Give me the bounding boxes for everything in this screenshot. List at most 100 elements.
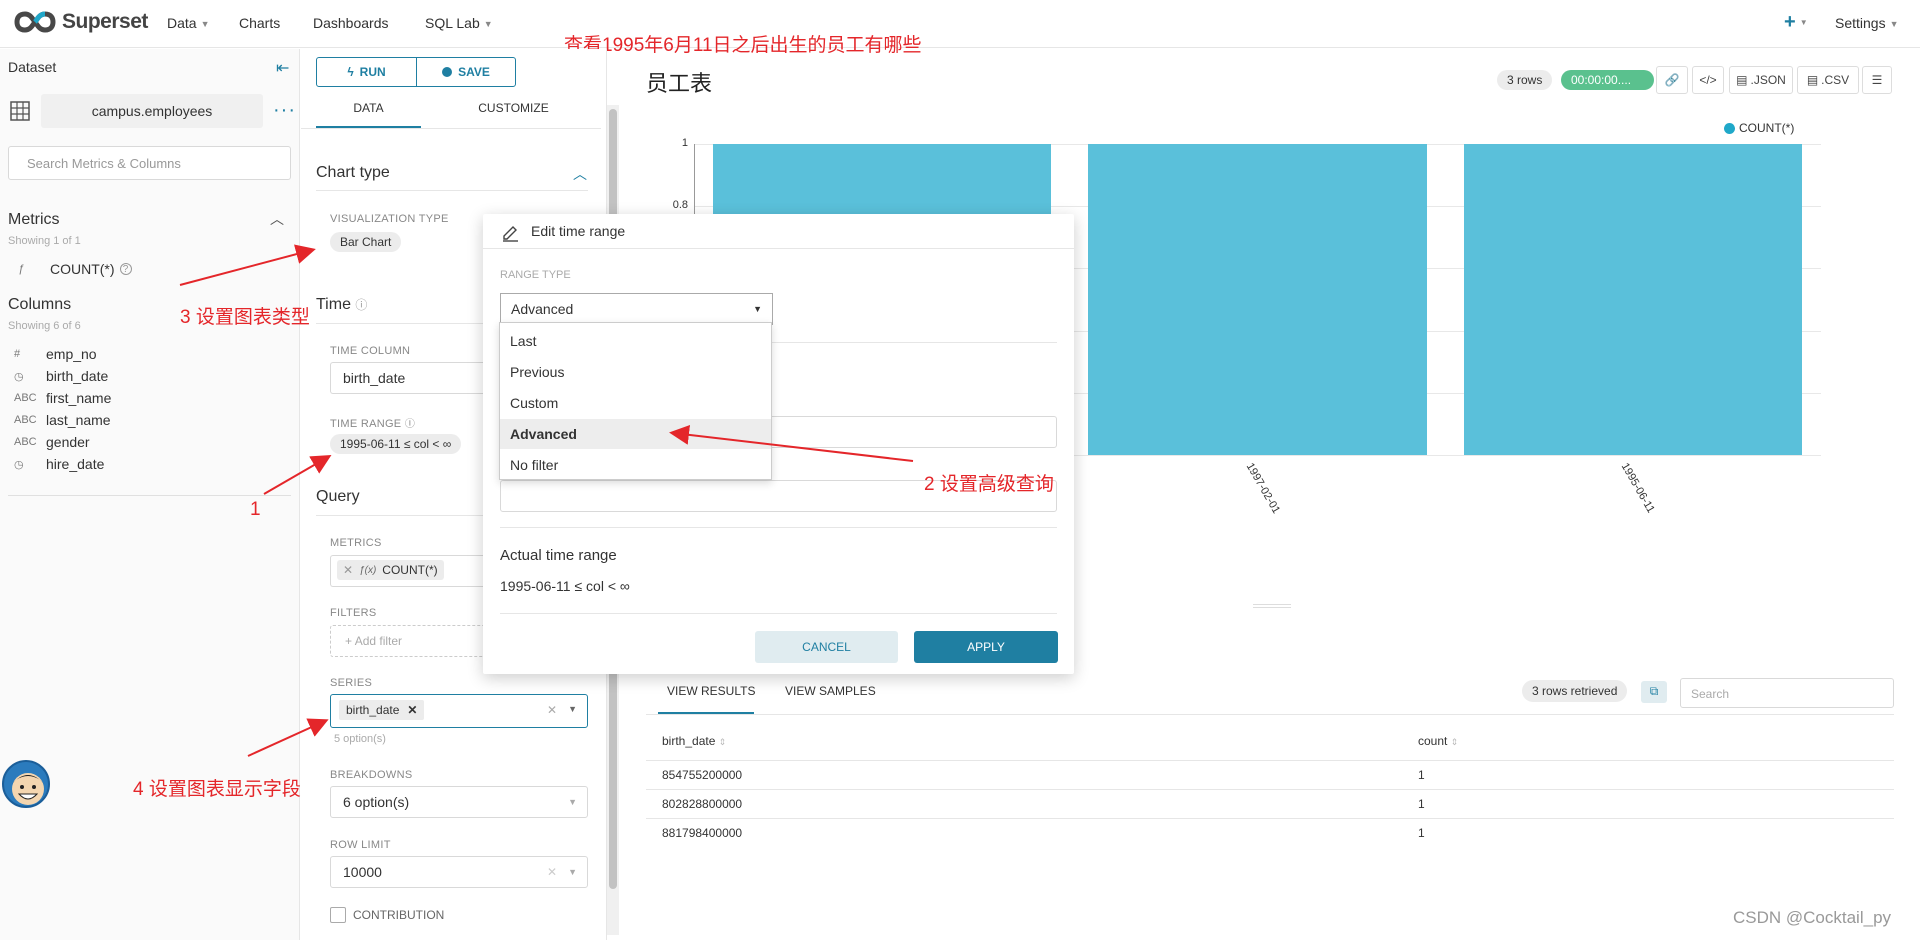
- dataset-panel: Dataset ⇤ campus.employees ··· Search Me…: [0, 49, 300, 940]
- divider: [646, 714, 1894, 715]
- embed-code-icon[interactable]: </>: [1692, 66, 1724, 94]
- time-title: Time ⓘ: [316, 296, 367, 314]
- clock-icon: ◷: [14, 370, 24, 383]
- breakdowns-label: BREAKDOWNS: [330, 769, 413, 781]
- divider: [500, 527, 1057, 528]
- hamburger-menu-icon[interactable]: ☰: [1862, 66, 1892, 94]
- results-table: birth_date ⇕ count ⇕ 854755200000 1 80282…: [646, 722, 1894, 847]
- range-type-dropdown: Last Previous Custom Advanced No filter: [499, 322, 772, 480]
- column-item[interactable]: ABC last_name: [14, 412, 111, 428]
- column-item[interactable]: ABC gender: [14, 434, 90, 450]
- column-header[interactable]: birth_date ⇕: [646, 722, 1402, 760]
- chevron-up-icon[interactable]: ︿: [270, 209, 284, 229]
- help-icon[interactable]: ?: [119, 263, 132, 275]
- clear-icon[interactable]: ✕: [547, 865, 557, 879]
- chart-title[interactable]: 员工表: [646, 66, 712, 98]
- remove-icon[interactable]: ✕: [343, 563, 353, 577]
- row-limit-select[interactable]: 10000 ✕ ▼: [330, 856, 588, 888]
- metric-item[interactable]: ƒ COUNT(*) ?: [18, 261, 132, 277]
- dropdown-option-previous[interactable]: Previous: [500, 357, 771, 387]
- y-tick-label: 1: [681, 137, 688, 149]
- sort-icon[interactable]: ⇕: [719, 737, 727, 747]
- csv-label: .CSV: [1821, 73, 1850, 87]
- nav-settings[interactable]: Settings ▼: [1835, 15, 1899, 31]
- series-tag[interactable]: birth_date ✕: [339, 700, 425, 720]
- plus-icon: +: [345, 634, 355, 648]
- metrics-select[interactable]: ✕ ƒ(x) COUNT(*): [330, 555, 490, 587]
- chevron-down-icon[interactable]: ▼: [568, 704, 577, 714]
- series-select[interactable]: birth_date ✕ ✕ ▼: [330, 694, 588, 728]
- run-label: RUN: [359, 65, 386, 79]
- timer-badge: 00:00:00....: [1561, 70, 1654, 90]
- metric-tag[interactable]: ✕ ƒ(x) COUNT(*): [337, 560, 444, 580]
- dropdown-option-custom[interactable]: Custom: [500, 388, 771, 418]
- results-search-input[interactable]: Search: [1680, 678, 1894, 708]
- rows-retrieved-badge: 3 rows retrieved: [1522, 680, 1628, 702]
- tab-customize[interactable]: CUSTOMIZE: [461, 101, 566, 115]
- table-row: 854755200000 1: [646, 760, 1894, 789]
- chevron-down-icon: ▼: [1799, 18, 1808, 28]
- export-csv-button[interactable]: ▤ .CSV: [1797, 66, 1859, 94]
- dropdown-option-last[interactable]: Last: [500, 326, 771, 356]
- nav-dashboards[interactable]: Dashboards: [313, 15, 389, 31]
- dataset-name[interactable]: campus.employees: [41, 94, 263, 128]
- export-json-button[interactable]: ▤ .JSON: [1729, 66, 1793, 94]
- save-button[interactable]: SAVE: [416, 57, 516, 87]
- chevron-down-icon: ▼: [568, 797, 577, 807]
- info-icon: ⓘ: [355, 298, 368, 312]
- chevron-up-icon[interactable]: ︿: [573, 164, 587, 184]
- function-icon: ƒ: [18, 263, 25, 275]
- dropdown-option-no-filter[interactable]: No filter: [500, 450, 771, 480]
- viz-type-pill[interactable]: Bar Chart: [330, 232, 402, 252]
- column-item[interactable]: ◷ hire_date: [14, 456, 104, 472]
- dropdown-option-advanced[interactable]: Advanced: [500, 419, 771, 449]
- run-button[interactable]: ϟ RUN: [316, 57, 417, 87]
- apply-button[interactable]: APPLY: [914, 631, 1058, 663]
- collapse-icon[interactable]: ⇤: [276, 58, 289, 78]
- time-column-select[interactable]: birth_date: [330, 362, 490, 394]
- column-item[interactable]: ◷ birth_date: [14, 368, 108, 384]
- chart-legend[interactable]: COUNT(*): [1724, 121, 1794, 135]
- clear-icon[interactable]: ✕: [547, 703, 557, 717]
- sort-icon[interactable]: ⇕: [1451, 737, 1459, 747]
- nav-charts[interactable]: Charts: [239, 15, 280, 31]
- contribution-checkbox[interactable]: [330, 907, 346, 923]
- tab-data[interactable]: DATA: [316, 101, 421, 115]
- copy-icon[interactable]: ⧉: [1641, 681, 1667, 703]
- column-item[interactable]: ABC first_name: [14, 390, 111, 406]
- chevron-down-icon: ▼: [753, 304, 762, 314]
- divider: [316, 190, 588, 191]
- table-cell: 881798400000: [662, 825, 743, 840]
- table-header-row: birth_date ⇕ count ⇕: [646, 722, 1894, 760]
- more-options-icon[interactable]: ···: [273, 99, 296, 122]
- breakdowns-select[interactable]: 6 option(s) ▼: [330, 786, 588, 818]
- column-header-label: birth_date: [662, 733, 716, 748]
- add-filter-button[interactable]: + Add filter: [330, 625, 490, 657]
- bar[interactable]: [1088, 144, 1427, 455]
- time-range-label-text: TIME RANGE: [330, 418, 402, 430]
- plus-menu[interactable]: + ▼: [1784, 11, 1808, 34]
- row-limit-label: ROW LIMIT: [330, 839, 391, 851]
- tab-view-results[interactable]: VIEW RESULTS: [667, 684, 755, 698]
- nav-sql-lab[interactable]: SQL Lab ▼: [425, 15, 493, 31]
- bar[interactable]: [1464, 144, 1803, 455]
- tab-view-samples[interactable]: VIEW SAMPLES: [785, 684, 876, 698]
- link-icon[interactable]: 🔗: [1656, 66, 1688, 94]
- column-name: first_name: [46, 390, 112, 406]
- avatar[interactable]: [2, 760, 50, 808]
- filters-label: FILTERS: [330, 607, 377, 619]
- legend-label: COUNT(*): [1739, 121, 1795, 135]
- search-metrics-columns-input[interactable]: Search Metrics & Columns: [8, 146, 291, 180]
- column-item[interactable]: # emp_no: [14, 346, 97, 362]
- annotation-4: 4 设置图表显示字段: [133, 779, 301, 800]
- nav-data[interactable]: Data ▼: [167, 15, 210, 31]
- range-type-select[interactable]: Advanced ▼: [500, 293, 773, 325]
- time-range-pill[interactable]: 1995-06-11 ≤ col < ∞: [330, 434, 462, 454]
- remove-icon[interactable]: ✕: [407, 703, 417, 717]
- table-row: 881798400000 1: [646, 818, 1894, 847]
- resize-handle[interactable]: [1253, 604, 1291, 608]
- superset-logo[interactable]: Superset: [14, 10, 148, 34]
- column-header[interactable]: count ⇕: [1402, 722, 1894, 760]
- cancel-button[interactable]: CANCEL: [755, 631, 898, 663]
- function-icon: ƒ(x): [359, 564, 377, 576]
